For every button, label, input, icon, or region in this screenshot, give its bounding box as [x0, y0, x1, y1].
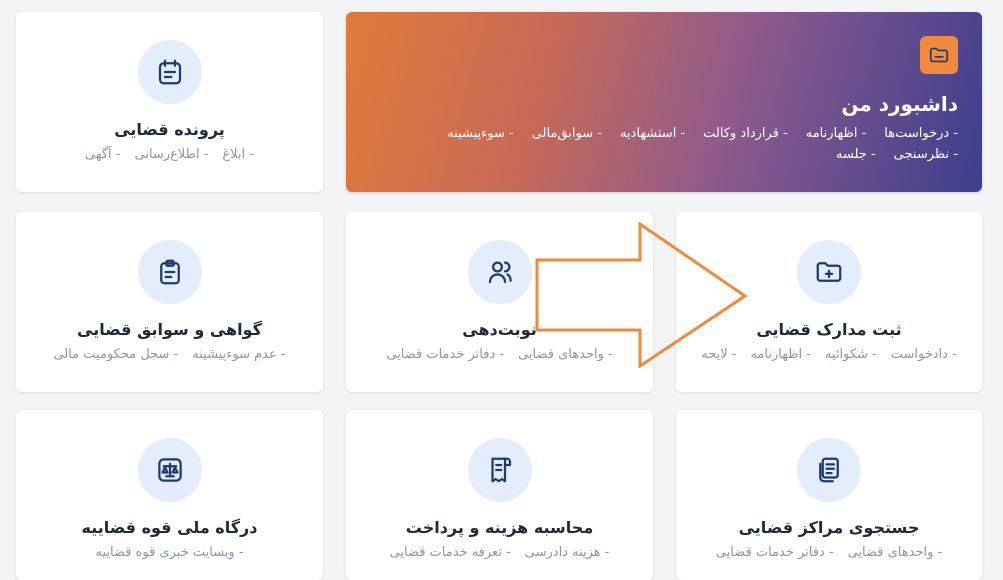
- card-link[interactable]: عدم سوءپیشینه: [192, 347, 285, 362]
- card-link[interactable]: دادخواست: [891, 347, 957, 362]
- banner-links: درخواست‌ها اظهارنامه قرارداد وکالت استشه…: [370, 126, 958, 162]
- certificate-card[interactable]: گواهی و سوابق قضایی عدم سوءپیشینه سجل مح…: [16, 212, 323, 392]
- banner-link[interactable]: قرارداد وکالت: [703, 126, 788, 141]
- case-file-card[interactable]: پرونده قضایی ابلاغ اطلاع‌رسانی آگهی: [16, 12, 323, 192]
- card-link[interactable]: اظهارنامه: [750, 347, 811, 362]
- banner-link[interactable]: جلسه: [836, 147, 876, 162]
- cost-payment-card[interactable]: محاسبه هزینه و پرداخت هزینه دادرسی تعرفه…: [346, 410, 653, 580]
- card-links: هزینه دادرسی تعرفه خدمات قضایی: [346, 545, 653, 560]
- card-title: گواهی و سوابق قضایی: [77, 320, 262, 339]
- card-link[interactable]: اطلاع‌رسانی: [135, 147, 209, 162]
- card-link[interactable]: ابلاغ: [222, 147, 254, 162]
- clipboard-icon: [137, 240, 202, 304]
- calendar-icon: [137, 40, 202, 104]
- pointer-arrow-icon: [535, 222, 748, 368]
- card-title: جستجوی مراکز قضایی: [738, 518, 920, 537]
- card-links: ابلاغ اطلاع‌رسانی آگهی: [16, 147, 323, 162]
- banner-link[interactable]: سوءپیشینه: [447, 126, 514, 141]
- folder-icon: [920, 36, 958, 74]
- card-links: عدم سوءپیشینه سجل محکومیت مالی: [16, 347, 323, 362]
- banner-title: داشبورد من: [841, 92, 958, 116]
- card-link[interactable]: شکوائیه: [825, 347, 877, 362]
- card-link[interactable]: هزینه دادرسی: [525, 545, 610, 560]
- card-link[interactable]: دفاتر خدمات قضایی: [386, 347, 504, 362]
- card-links: وبسایت خبری قوه قضاییه: [16, 545, 323, 560]
- card-link[interactable]: تعرفه خدمات قضایی: [390, 545, 511, 560]
- national-portal-card[interactable]: درگاه ملی قوه قضاییه وبسایت خبری قوه قضا…: [16, 410, 323, 580]
- banner-link[interactable]: اظهارنامه: [806, 126, 867, 141]
- scale-icon: [137, 438, 202, 502]
- card-link[interactable]: آگهی: [85, 147, 120, 162]
- search-centers-card[interactable]: جستجوی مراکز قضایی واحدهای قضایی دفاتر خ…: [676, 410, 982, 580]
- banner-link[interactable]: نظرسنجی: [894, 147, 958, 162]
- banner-link[interactable]: سوابق‌مالی: [532, 126, 602, 141]
- users-icon: [467, 240, 532, 304]
- card-title: درگاه ملی قوه قضاییه: [81, 518, 258, 537]
- card-link[interactable]: واحدهای قضایی: [848, 545, 943, 560]
- banner-link[interactable]: استشهادیه: [620, 126, 685, 141]
- card-link[interactable]: وبسایت خبری قوه قضاییه: [95, 545, 243, 560]
- card-link[interactable]: دفاتر خدمات قضایی: [716, 545, 834, 560]
- dashboard-banner[interactable]: داشبورد من درخواست‌ها اظهارنامه قرارداد …: [346, 12, 982, 192]
- folder-plus-icon: [797, 240, 861, 304]
- card-title: محاسبه هزینه و پرداخت: [405, 518, 594, 537]
- card-link[interactable]: سجل محکومیت مالی: [53, 347, 178, 362]
- card-links: واحدهای قضایی دفاتر خدمات قضایی: [676, 545, 982, 560]
- receipt-icon: [467, 438, 532, 502]
- card-title: پرونده قضایی: [114, 120, 225, 139]
- document-search-icon: [797, 438, 861, 502]
- banner-link[interactable]: درخواست‌ها: [884, 126, 958, 141]
